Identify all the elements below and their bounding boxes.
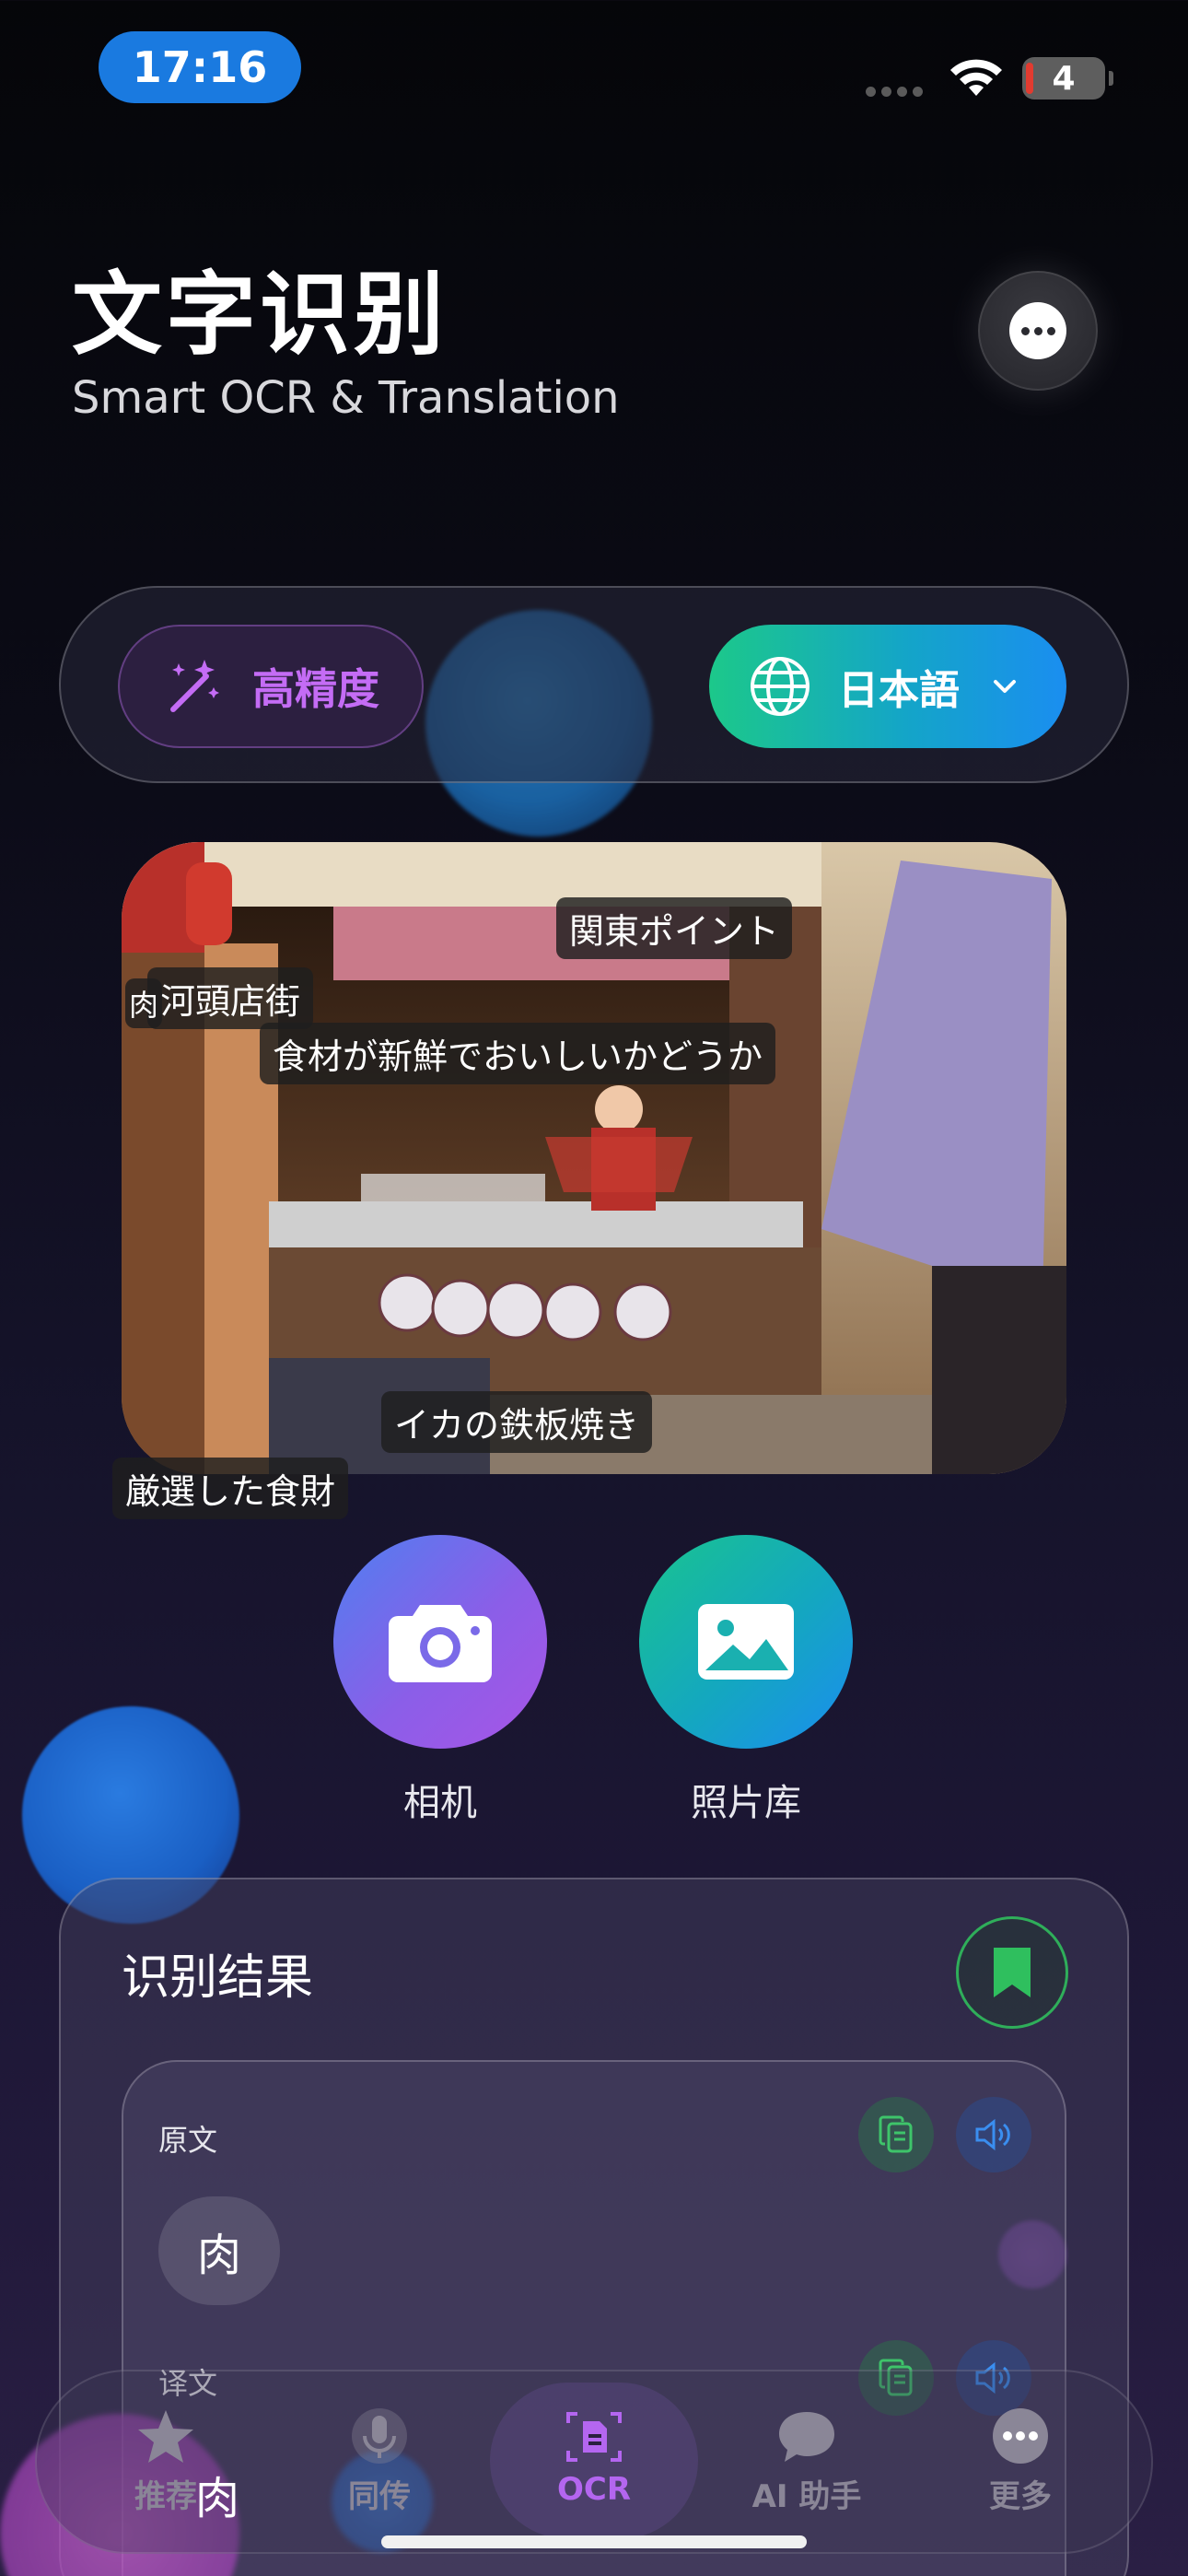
tab-interpretation[interactable]: 同传 bbox=[287, 2408, 472, 2516]
tab-label: OCR bbox=[556, 2471, 632, 2508]
bookmark-icon bbox=[994, 1948, 1031, 1997]
wifi-icon bbox=[950, 59, 1002, 96]
magic-wand-icon bbox=[170, 660, 219, 712]
status-time: 17:16 bbox=[99, 31, 301, 103]
language-selector[interactable]: 日本語 bbox=[709, 625, 1066, 748]
results-title: 识别结果 bbox=[122, 1950, 314, 2006]
speak-source-button[interactable] bbox=[956, 2097, 1031, 2172]
high-precision-button[interactable]: 高精度 bbox=[118, 625, 424, 748]
ocr-text-overlay[interactable]: 食材が新鮮でおいしいかどうか bbox=[260, 1023, 776, 1084]
chevron-down-icon bbox=[994, 680, 1016, 693]
tab-label: 推荐 bbox=[134, 2478, 197, 2515]
more-dots-icon bbox=[1009, 302, 1066, 359]
speaker-icon bbox=[975, 2118, 1010, 2151]
home-indicator bbox=[381, 2535, 807, 2548]
tab-ocr[interactable]: OCR bbox=[502, 2408, 686, 2508]
tab-label: AI 助手 bbox=[751, 2478, 862, 2515]
ocr-text-overlay[interactable]: 河頭店街 bbox=[147, 967, 314, 1029]
copy-icon bbox=[879, 2115, 913, 2153]
camera-button[interactable] bbox=[333, 1535, 547, 1749]
more-dots-icon bbox=[993, 2408, 1048, 2464]
tab-label: 更多 bbox=[989, 2478, 1052, 2515]
ocr-text-overlay[interactable]: 肉 bbox=[125, 978, 163, 1028]
language-label: 日本語 bbox=[838, 667, 960, 714]
scan-document-icon bbox=[566, 2412, 622, 2462]
page-subtitle: Smart OCR & Translation bbox=[72, 372, 620, 424]
copy-source-button[interactable] bbox=[858, 2097, 934, 2172]
microphone-icon bbox=[352, 2408, 407, 2464]
source-label: 原文 bbox=[158, 2123, 218, 2158]
bookmark-button[interactable] bbox=[956, 1916, 1068, 2029]
star-icon bbox=[138, 2410, 193, 2463]
cellular-signal-icon bbox=[866, 87, 923, 97]
photo-library-button[interactable] bbox=[639, 1535, 853, 1749]
battery-indicator: 4 bbox=[1022, 57, 1113, 100]
source-text-chip[interactable]: 肉 bbox=[158, 2196, 280, 2305]
photo-icon bbox=[698, 1604, 794, 1680]
high-precision-label: 高精度 bbox=[252, 664, 379, 714]
ocr-photo-preview[interactable]: 関東ポイント 河頭店街 肉 食材が新鮮でおいしいかどうか イカの鉄板焼き bbox=[122, 842, 1066, 1474]
photo-library-label: 照片库 bbox=[691, 1782, 801, 1824]
tab-recommend[interactable]: 推荐 bbox=[74, 2408, 258, 2516]
battery-level: 4 bbox=[1052, 59, 1076, 98]
ocr-text-overlay[interactable]: 厳選した食財 bbox=[112, 1458, 349, 1519]
globe-icon bbox=[751, 657, 809, 716]
page-title: 文字识别 bbox=[72, 263, 448, 368]
tab-label: 同传 bbox=[348, 2478, 411, 2515]
camera-icon bbox=[389, 1605, 492, 1682]
ocr-text-overlay[interactable]: イカの鉄板焼き bbox=[381, 1391, 653, 1453]
chat-bubble-icon bbox=[779, 2412, 834, 2462]
more-options-button[interactable] bbox=[978, 271, 1098, 391]
camera-label: 相机 bbox=[403, 1782, 477, 1824]
tab-ai-assistant[interactable]: AI 助手 bbox=[715, 2408, 899, 2516]
ocr-text-overlay[interactable]: 関東ポイント bbox=[556, 897, 793, 959]
tab-more[interactable]: 更多 bbox=[928, 2408, 1112, 2516]
